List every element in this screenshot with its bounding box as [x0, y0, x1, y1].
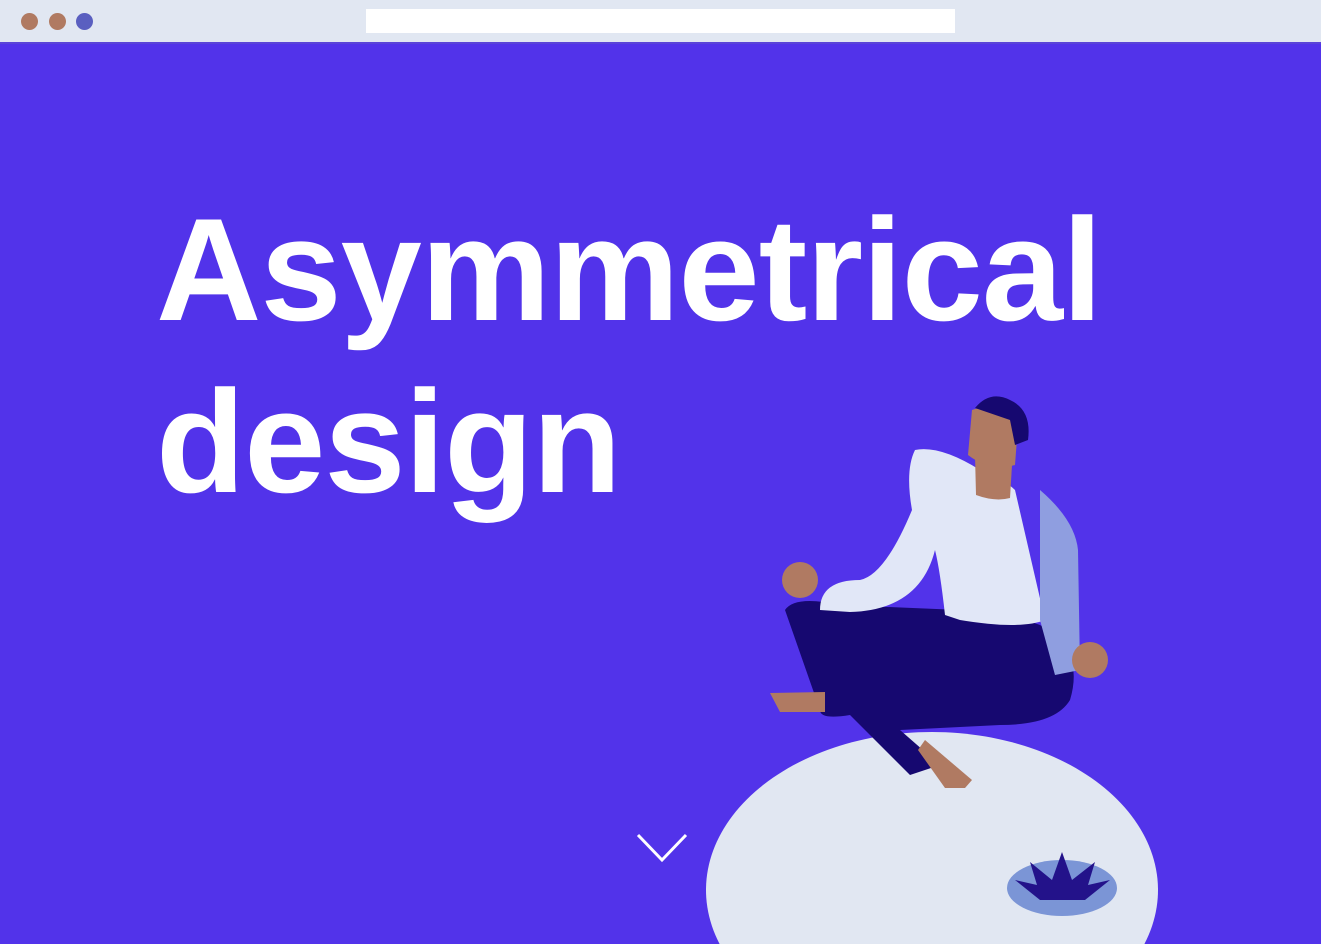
right-hand: [1072, 642, 1108, 678]
left-hand: [782, 562, 818, 598]
browser-toolbar: [0, 0, 1321, 44]
window-maximize-button[interactable]: [76, 13, 93, 30]
title-line-1: Asymmetrical: [156, 188, 1103, 351]
window-close-button[interactable]: [21, 13, 38, 30]
hero-section: Asymmetrical design: [0, 44, 1321, 944]
address-bar[interactable]: [366, 9, 955, 33]
meditating-person-illustration: [706, 396, 1158, 944]
window-minimize-button[interactable]: [49, 13, 66, 30]
scroll-down-chevron-icon[interactable]: [636, 832, 688, 864]
left-foot: [770, 692, 825, 712]
